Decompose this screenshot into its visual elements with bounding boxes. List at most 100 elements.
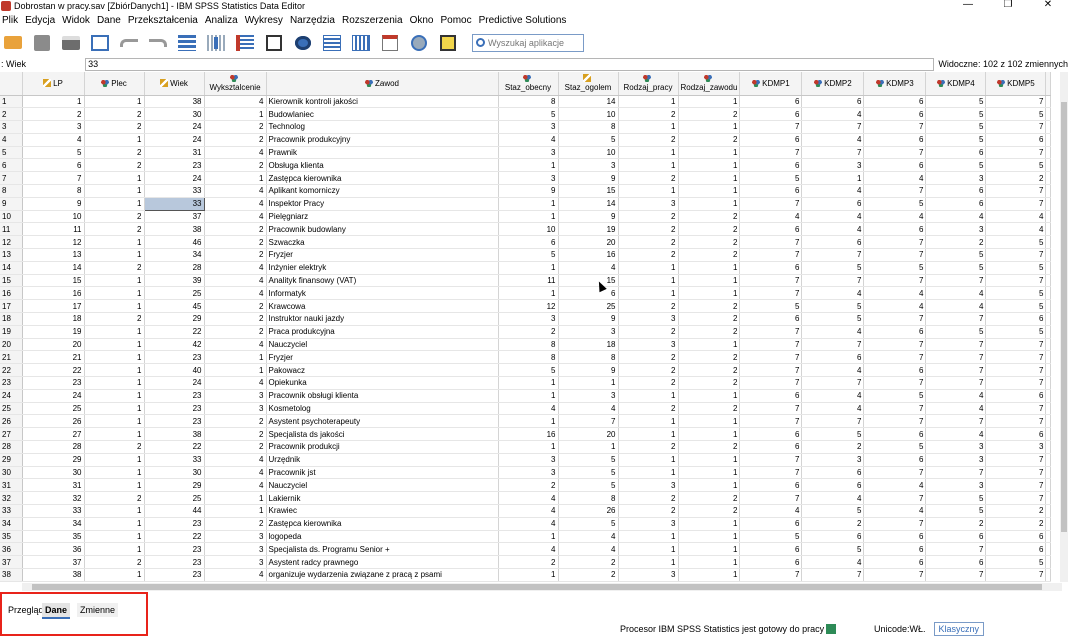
cell-staz_obecny[interactable]: 5 [498,363,559,378]
cell-lp[interactable]: 32 [22,491,85,505]
cell-staz_ogolem[interactable]: 8 [558,120,619,134]
cell-zawod[interactable]: Asystent psychoterapeuty [266,414,499,429]
cell-wyksztalcenie[interactable]: 4 [204,95,267,109]
row-number[interactable]: 31 [0,478,23,493]
cell-wyksztalcenie[interactable]: 1 [204,491,267,505]
row-number[interactable]: 5 [0,146,23,160]
find-icon[interactable] [292,33,314,53]
cell-wyksztalcenie[interactable]: 4 [204,184,267,198]
cell-kdmp1[interactable]: 7 [739,402,803,416]
cell-zawod[interactable]: Pracownik produkcji [266,440,499,454]
cell-next[interactable] [1045,95,1052,109]
cell-zawod[interactable]: Specjalista ds jakości [266,427,499,442]
cell-kdmp3[interactable]: 6 [863,95,927,109]
cell-wyksztalcenie[interactable]: 2 [204,414,267,429]
cell-kdmp2[interactable]: 7 [801,376,865,390]
cell-rodzaj_pracy[interactable]: 2 [618,107,679,122]
cell-kdmp1[interactable]: 7 [739,146,803,160]
row-number[interactable]: 23 [0,376,23,390]
cell-zawod[interactable]: Informatyk [266,286,499,301]
cell-kdmp4[interactable]: 6 [925,184,987,198]
row-number[interactable]: 20 [0,338,23,352]
cell-kdmp2[interactable]: 7 [801,338,865,352]
cell-rodzaj_zawodu[interactable]: 1 [678,555,741,569]
cell-wiek[interactable]: 22 [144,440,205,454]
cell-wyksztalcenie[interactable]: 2 [204,325,267,339]
cell-wiek[interactable]: 34 [144,248,205,262]
cell-zawod[interactable]: Fryzjer [266,248,499,262]
cell-kdmp1[interactable]: 7 [739,453,803,467]
cell-plec[interactable]: 2 [84,146,145,160]
cell-kdmp4[interactable]: 5 [925,325,987,339]
cell-next[interactable] [1045,312,1052,326]
cell-kdmp5[interactable]: 6 [985,389,1047,403]
cell-kdmp3[interactable]: 7 [863,402,927,416]
cell-kdmp1[interactable]: 6 [739,133,803,147]
cell-kdmp5[interactable]: 7 [985,146,1047,160]
cell-kdmp5[interactable]: 5 [985,555,1047,569]
cell-kdmp3[interactable]: 6 [863,363,927,378]
cell-wyksztalcenie[interactable]: 2 [204,133,267,147]
cell-wyksztalcenie[interactable]: 2 [204,235,267,250]
column-header-rodzaj_zawodu[interactable]: Rodzaj_zawodu [678,72,741,96]
cell-lp[interactable]: 1 [22,95,85,109]
cell-lp[interactable]: 18 [22,312,85,326]
cell-next[interactable] [1045,363,1052,378]
cell-zawod[interactable]: Specjalista ds. Programu Senior + [266,542,499,557]
column-header-lp[interactable]: LP [22,72,85,96]
cell-wiek[interactable]: 24 [144,120,205,134]
cell-rodzaj_zawodu[interactable]: 2 [678,133,741,147]
cell-kdmp1[interactable]: 7 [739,376,803,390]
cell-zawod[interactable]: Aplikant komorniczy [266,184,499,198]
cell-plec[interactable]: 1 [84,542,145,557]
cell-kdmp2[interactable]: 4 [801,222,865,237]
cell-staz_obecny[interactable]: 1 [498,286,559,301]
cell-staz_obecny[interactable]: 3 [498,312,559,326]
cell-plec[interactable]: 1 [84,325,145,339]
goto-case-icon[interactable] [176,33,198,53]
cell-next[interactable] [1045,261,1052,275]
cell-rodzaj_pracy[interactable]: 1 [618,542,679,557]
cell-staz_obecny[interactable]: 1 [498,261,559,275]
cell-rodzaj_zawodu[interactable]: 2 [678,222,741,237]
cell-kdmp3[interactable]: 7 [863,568,927,582]
cell-kdmp2[interactable]: 5 [801,504,865,518]
cell-kdmp5[interactable]: 6 [985,427,1047,442]
cell-rodzaj_pracy[interactable]: 1 [618,274,679,288]
cell-rodzaj_zawodu[interactable]: 1 [678,466,741,480]
cell-wyksztalcenie[interactable]: 3 [204,530,267,544]
cell-kdmp1[interactable]: 7 [739,338,803,352]
dialog-recall-icon[interactable] [89,33,111,53]
cell-kdmp1[interactable]: 6 [739,440,803,454]
cell-rodzaj_zawodu[interactable]: 1 [678,568,741,582]
cell-staz_ogolem[interactable]: 15 [558,274,619,288]
cell-lp[interactable]: 7 [22,171,85,186]
cell-wyksztalcenie[interactable]: 4 [204,146,267,160]
cell-staz_obecny[interactable]: 2 [498,478,559,493]
cell-kdmp1[interactable]: 6 [739,389,803,403]
cell-kdmp5[interactable]: 5 [985,158,1047,173]
cell-kdmp4[interactable]: 4 [925,286,987,301]
cell-kdmp1[interactable]: 6 [739,312,803,326]
cell-wiek[interactable]: 38 [144,222,205,237]
cell-kdmp5[interactable]: 5 [985,325,1047,339]
cell-staz_obecny[interactable]: 1 [498,376,559,390]
cell-plec[interactable]: 1 [84,171,145,186]
cell-plec[interactable]: 1 [84,235,145,250]
cell-wiek[interactable]: 23 [144,389,205,403]
cell-staz_ogolem[interactable]: 15 [558,184,619,198]
cell-wyksztalcenie[interactable]: 2 [204,222,267,237]
cell-zawod[interactable]: Inspektor Pracy [266,197,499,211]
cell-kdmp2[interactable]: 4 [801,184,865,198]
cell-kdmp4[interactable]: 6 [925,197,987,211]
cell-staz_ogolem[interactable]: 14 [558,95,619,109]
cell-staz_ogolem[interactable]: 3 [558,158,619,173]
open-folder-icon[interactable] [2,33,24,53]
cell-next[interactable] [1045,530,1052,544]
cell-next[interactable] [1045,184,1052,198]
cell-next[interactable] [1045,504,1052,518]
cell-kdmp3[interactable]: 6 [863,555,927,569]
cell-kdmp3[interactable]: 7 [863,414,927,429]
cell-kdmp3[interactable]: 6 [863,158,927,173]
cell-kdmp5[interactable]: 7 [985,274,1047,288]
